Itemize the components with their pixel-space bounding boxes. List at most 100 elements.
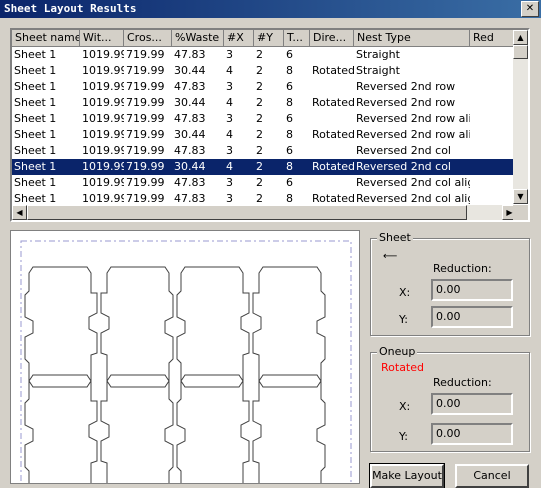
oneup-x-field[interactable]: 0.00	[431, 393, 513, 415]
oneup-reduction-label: Reduction:	[433, 376, 492, 389]
table-row[interactable]: Sheet 1 1019.99 719.99 30.44 4 2 8 Rotated Rever…	[12, 127, 517, 143]
table-cell: 1019.99	[82, 112, 124, 125]
table-cell: 3	[226, 80, 233, 93]
sheet-y-field[interactable]: 0.00	[431, 306, 513, 328]
table-cell: Reversed 2nd row aligr	[356, 112, 470, 125]
table-cell: 2	[256, 144, 263, 157]
table-cell: 719.99	[126, 64, 165, 77]
nested-part-outline	[252, 266, 326, 388]
table-cell: 2	[256, 64, 263, 77]
column-header[interactable]: #X	[224, 30, 254, 47]
column-header[interactable]: Red	[470, 30, 517, 47]
table-cell: 2	[256, 96, 263, 109]
column-header[interactable]: %Waste	[172, 30, 224, 47]
table-cell: 2	[256, 160, 263, 173]
horizontal-scrollbar[interactable]: ◀ ▶	[12, 205, 517, 220]
column-header[interactable]: Cros...	[124, 30, 172, 47]
nesting-layout-drawing	[20, 240, 352, 488]
table-cell: Straight	[356, 48, 400, 61]
table-cell: 1019.99	[82, 96, 124, 109]
column-header[interactable]: #Y	[254, 30, 284, 47]
table-row[interactable]: Sheet 1 1019.99 719.99 47.83 3 2 6 Reversed 2nd…	[12, 175, 517, 191]
close-button[interactable]: ✕	[521, 1, 539, 17]
table-cell: 1019.99	[82, 80, 124, 93]
vertical-scroll-thumb[interactable]	[513, 45, 528, 59]
oneup-status: Rotated	[381, 361, 424, 374]
table-cell: 30.44	[174, 128, 206, 141]
cancel-button[interactable]: Cancel	[455, 464, 529, 488]
table-cell: Sheet 1	[14, 176, 57, 189]
table-cell: Sheet 1	[14, 128, 57, 141]
table-cell: 1019.99	[82, 176, 124, 189]
table-cell: 4	[226, 160, 233, 173]
results-table: Sheet name Wit... Cros... %Waste #X #Y T... Dir…	[10, 28, 530, 222]
table-row[interactable]: Sheet 1 1019.99 719.99 47.83 3 2 6 Reversed 2nd…	[12, 143, 517, 159]
table-cell: Reversed 2nd col	[356, 144, 451, 157]
table-cell: 719.99	[126, 80, 165, 93]
table-row[interactable]: Sheet 1 1019.99 719.99 30.44 4 2 8 Rotated Strai…	[12, 63, 517, 79]
nested-part-outline	[176, 266, 250, 388]
table-cell	[310, 79, 354, 95]
horizontal-scroll-thumb[interactable]	[27, 205, 467, 220]
table-cell: 2	[256, 80, 263, 93]
table-cell: 3	[226, 144, 233, 157]
make-layout-button[interactable]: Make Layout	[369, 463, 445, 488]
table-row[interactable]: Sheet 1 1019.99 719.99 47.83 3 2 6 Reversed 2nd…	[12, 111, 517, 127]
table-cell: 8	[286, 64, 293, 77]
table-cell: 6	[286, 112, 293, 125]
table-cell: 6	[286, 144, 293, 157]
table-cell	[310, 47, 354, 63]
table-cell: 719.99	[126, 176, 165, 189]
oneup-y-field[interactable]: 0.00	[431, 423, 513, 445]
column-header[interactable]: Wit...	[80, 30, 124, 47]
table-cell: 4	[226, 128, 233, 141]
table-cell: 2	[256, 176, 263, 189]
column-header[interactable]: Nest Type	[354, 30, 470, 47]
oneup-x-label: X:	[399, 400, 411, 413]
table-cell: 8	[286, 128, 293, 141]
table-row[interactable]: Sheet 1 1019.99 719.99 47.83 3 2 6 Straight	[12, 47, 517, 63]
table-cell: 4	[226, 96, 233, 109]
table-cell: 1019.99	[82, 144, 124, 157]
table-cell: Sheet 1	[14, 144, 57, 157]
column-header[interactable]: T...	[284, 30, 310, 47]
nested-part-outline	[24, 266, 98, 388]
table-cell: Reversed 2nd row aligr	[356, 128, 470, 141]
table-cell: 47.83	[174, 112, 206, 125]
table-cell: 719.99	[126, 160, 165, 173]
table-cell: Sheet 1	[14, 48, 57, 61]
table-cell: 3	[226, 176, 233, 189]
sheet-x-field[interactable]: 0.00	[431, 279, 513, 301]
table-cell: 30.44	[174, 96, 206, 109]
table-cell: Rotated	[312, 160, 354, 173]
table-cell: 1019.99	[82, 64, 124, 77]
scroll-down-icon[interactable]: ▼	[513, 189, 528, 204]
nested-part-outline	[100, 374, 174, 488]
table-cell: Straight	[356, 64, 400, 77]
table-cell: 719.99	[126, 112, 165, 125]
table-cell: Sheet 1	[14, 160, 57, 173]
scroll-up-icon[interactable]: ▲	[513, 30, 528, 45]
table-cell: Rotated	[312, 128, 354, 141]
table-cell: Reversed 2nd row	[356, 80, 456, 93]
table-header: Sheet name Wit... Cros... %Waste #X #Y T... Dir…	[12, 30, 517, 47]
table-cell	[310, 111, 354, 127]
table-cell: 1019.99	[82, 128, 124, 141]
column-header[interactable]: Dire...	[310, 30, 354, 47]
oneup-group: Oneup Rotated Reduction: X: 0.00 Y: 0.00	[370, 345, 530, 452]
vertical-scrollbar[interactable]: ▲ ▼	[513, 30, 528, 204]
table-cell: 47.83	[174, 144, 206, 157]
column-header[interactable]: Sheet name	[12, 30, 80, 47]
table-row[interactable]: Sheet 1 1019.99 719.99 47.83 3 2 6 Reversed 2nd…	[12, 79, 517, 95]
nested-part-outline	[176, 374, 250, 488]
nested-part-outline	[252, 374, 326, 488]
table-cell: 1019.99	[82, 48, 124, 61]
table-cell: 47.83	[174, 48, 206, 61]
table-row[interactable]: Sheet 1 1019.99 719.99 30.44 4 2 8 Rotated Rever…	[12, 159, 517, 175]
scroll-left-icon[interactable]: ◀	[12, 205, 27, 220]
table-row[interactable]: Sheet 1 1019.99 719.99 30.44 4 2 8 Rotated Rever…	[12, 95, 517, 111]
table-cell	[310, 143, 354, 159]
table-cell: 47.83	[174, 80, 206, 93]
table-cell: Sheet 1	[14, 80, 57, 93]
table-cell: 2	[256, 128, 263, 141]
